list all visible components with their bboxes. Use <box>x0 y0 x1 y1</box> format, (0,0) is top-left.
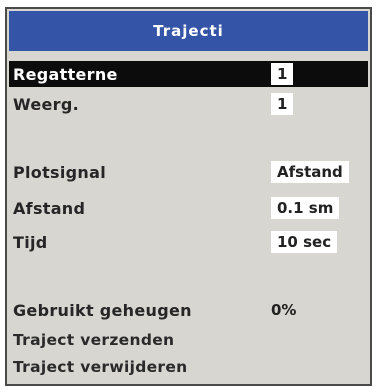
distance-row[interactable]: Afstand 0.1 sm <box>9 195 368 221</box>
position-signal-label: Plotsignal <box>13 162 106 182</box>
position-signal-dropdown[interactable]: Afstand <box>271 161 349 183</box>
memory-usage-value: 0% <box>271 301 297 319</box>
repeat-row[interactable]: Weerg. 1 <box>9 91 368 117</box>
memory-usage-row: Gebruikt geheugen 0% <box>9 297 368 323</box>
distance-label: Afstand <box>13 198 86 218</box>
send-track-label: Traject verzenden <box>13 331 175 349</box>
position-signal-row[interactable]: Plotsignal Afstand <box>9 159 368 185</box>
time-row[interactable]: Tijd 10 sec <box>9 229 368 255</box>
sequence-label: Regatterne <box>13 64 118 84</box>
sequence-value-field[interactable]: 1 <box>271 63 294 85</box>
delete-track-item[interactable]: Traject verwijderen <box>9 354 368 380</box>
send-track-item[interactable]: Traject verzenden <box>9 327 368 353</box>
sequence-row[interactable]: Regatterne 1 <box>9 61 368 87</box>
track-dialog: Trajecti Regatterne 1 Weerg. 1 Plotsigna… <box>5 7 372 386</box>
repeat-label: Weerg. <box>13 94 80 114</box>
time-label: Tijd <box>13 232 48 252</box>
delete-track-label: Traject verwijderen <box>13 358 188 376</box>
memory-usage-label: Gebruikt geheugen <box>13 300 192 320</box>
time-value-field[interactable]: 10 sec <box>271 231 338 253</box>
distance-value-field[interactable]: 0.1 sm <box>271 197 340 219</box>
repeat-value-field[interactable]: 1 <box>271 93 294 115</box>
dialog-title: Trajecti <box>9 11 368 51</box>
